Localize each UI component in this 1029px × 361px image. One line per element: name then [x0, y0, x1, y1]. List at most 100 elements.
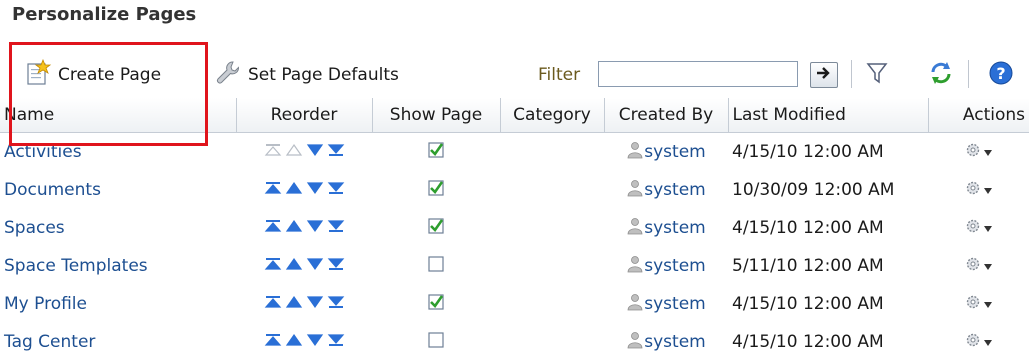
move-down-icon[interactable]: [306, 142, 324, 162]
cell-created-by: system: [604, 171, 728, 209]
create-page-icon: [24, 59, 52, 92]
actions-menu-button[interactable]: [964, 141, 993, 164]
actions-menu-button[interactable]: [964, 255, 993, 278]
move-to-top-icon[interactable]: [264, 332, 282, 352]
move-up-icon: [285, 142, 303, 162]
move-down-icon[interactable]: [306, 218, 324, 238]
created-by[interactable]: system: [626, 179, 705, 202]
move-up-icon[interactable]: [285, 256, 303, 276]
cell-name: My Profile: [0, 285, 236, 323]
query-by-example-button[interactable]: [862, 60, 892, 90]
cell-actions: [928, 171, 1029, 209]
cell-category: [500, 323, 604, 361]
arrow-right-icon: [816, 65, 832, 85]
move-to-top-icon[interactable]: [264, 256, 282, 276]
toolbar-divider: [851, 60, 852, 88]
toolbar: Create Page Set Page Defaults Filter: [0, 56, 1029, 96]
reorder-controls: [264, 256, 345, 276]
move-to-top-icon[interactable]: [264, 218, 282, 238]
unchecked-checkbox-icon[interactable]: [428, 333, 444, 353]
checked-checkbox-icon[interactable]: [428, 143, 444, 163]
created-by[interactable]: system: [626, 293, 705, 316]
cell-show-page: [372, 171, 500, 209]
actions-menu-button[interactable]: [964, 293, 993, 316]
actions-menu-button[interactable]: [964, 331, 993, 354]
checked-checkbox-icon[interactable]: [428, 181, 444, 201]
refresh-button[interactable]: [926, 60, 956, 90]
created-by[interactable]: system: [626, 331, 705, 354]
column-header-category[interactable]: Category: [500, 98, 604, 133]
page-name-link[interactable]: Tag Center: [4, 332, 95, 352]
column-header-name[interactable]: Name: [0, 98, 236, 133]
move-down-icon[interactable]: [306, 256, 324, 276]
page-name-link[interactable]: Spaces: [4, 218, 65, 238]
move-down-icon[interactable]: [306, 332, 324, 352]
move-to-bottom-icon[interactable]: [327, 180, 345, 200]
gear-icon: [964, 293, 982, 316]
move-to-bottom-icon[interactable]: [327, 256, 345, 276]
created-by[interactable]: system: [626, 217, 705, 240]
last-modified-value: 4/15/10 12:00 AM: [732, 332, 884, 352]
unchecked-checkbox-icon[interactable]: [428, 257, 444, 277]
move-to-bottom-icon[interactable]: [327, 142, 345, 162]
move-down-icon[interactable]: [306, 180, 324, 200]
move-to-top-icon[interactable]: [264, 294, 282, 314]
column-header-last-modified[interactable]: Last Modified: [728, 98, 928, 133]
reorder-controls: [264, 294, 345, 314]
actions-menu-button[interactable]: [964, 179, 993, 202]
cell-name: Space Templates: [0, 247, 236, 285]
column-header-created-by[interactable]: Created By: [604, 98, 728, 133]
created-by[interactable]: system: [626, 141, 705, 164]
move-to-bottom-icon[interactable]: [327, 218, 345, 238]
move-up-icon[interactable]: [285, 332, 303, 352]
move-up-icon[interactable]: [285, 294, 303, 314]
cell-name: Spaces: [0, 209, 236, 247]
cell-actions: [928, 323, 1029, 361]
created-by[interactable]: system: [626, 255, 705, 278]
column-header-show-page[interactable]: Show Page: [372, 98, 500, 133]
filter-input[interactable]: [598, 61, 798, 87]
gear-icon: [964, 141, 982, 164]
set-page-defaults-button[interactable]: Set Page Defaults: [214, 60, 399, 90]
cell-reorder: [236, 247, 372, 285]
page-name-link[interactable]: Activities: [4, 142, 82, 162]
move-to-bottom-icon[interactable]: [327, 294, 345, 314]
cell-actions: [928, 285, 1029, 323]
chevron-down-icon: [983, 218, 993, 238]
cell-name: Tag Center: [0, 323, 236, 361]
cell-created-by: system: [604, 133, 728, 172]
last-modified-value: 4/15/10 12:00 AM: [732, 294, 884, 314]
page-name-link[interactable]: My Profile: [4, 294, 87, 314]
cell-created-by: system: [604, 323, 728, 361]
filter-go-button[interactable]: [810, 62, 838, 88]
cell-last-modified: 4/15/10 12:00 AM: [728, 285, 928, 323]
page-name-link[interactable]: Space Templates: [4, 256, 148, 276]
cell-show-page: [372, 323, 500, 361]
created-by-name: system: [644, 256, 705, 276]
move-down-icon[interactable]: [306, 294, 324, 314]
help-button[interactable]: ?: [986, 60, 1016, 90]
chevron-down-icon: [983, 180, 993, 200]
page-name-link[interactable]: Documents: [4, 180, 101, 200]
checked-checkbox-icon[interactable]: [428, 219, 444, 239]
filter-funnel-icon: [865, 61, 889, 90]
actions-menu-button[interactable]: [964, 217, 993, 240]
reorder-controls: [264, 332, 345, 352]
last-modified-value: 4/15/10 12:00 AM: [732, 142, 884, 162]
chevron-down-icon: [983, 142, 993, 162]
move-up-icon[interactable]: [285, 218, 303, 238]
move-to-bottom-icon[interactable]: [327, 332, 345, 352]
created-by-name: system: [644, 332, 705, 352]
user-icon: [626, 141, 644, 164]
create-page-button[interactable]: Create Page: [24, 60, 161, 90]
filter-label: Filter: [538, 65, 580, 85]
cell-last-modified: 4/15/10 12:00 AM: [728, 323, 928, 361]
checked-checkbox-icon[interactable]: [428, 295, 444, 315]
cell-category: [500, 133, 604, 172]
cell-category: [500, 209, 604, 247]
move-to-top-icon[interactable]: [264, 180, 282, 200]
last-modified-value: 4/15/10 12:00 AM: [732, 218, 884, 238]
column-header-actions: Actions: [928, 98, 1029, 133]
move-up-icon[interactable]: [285, 180, 303, 200]
table-row: Activities system 4/15/10 12:00 AM: [0, 133, 1029, 172]
